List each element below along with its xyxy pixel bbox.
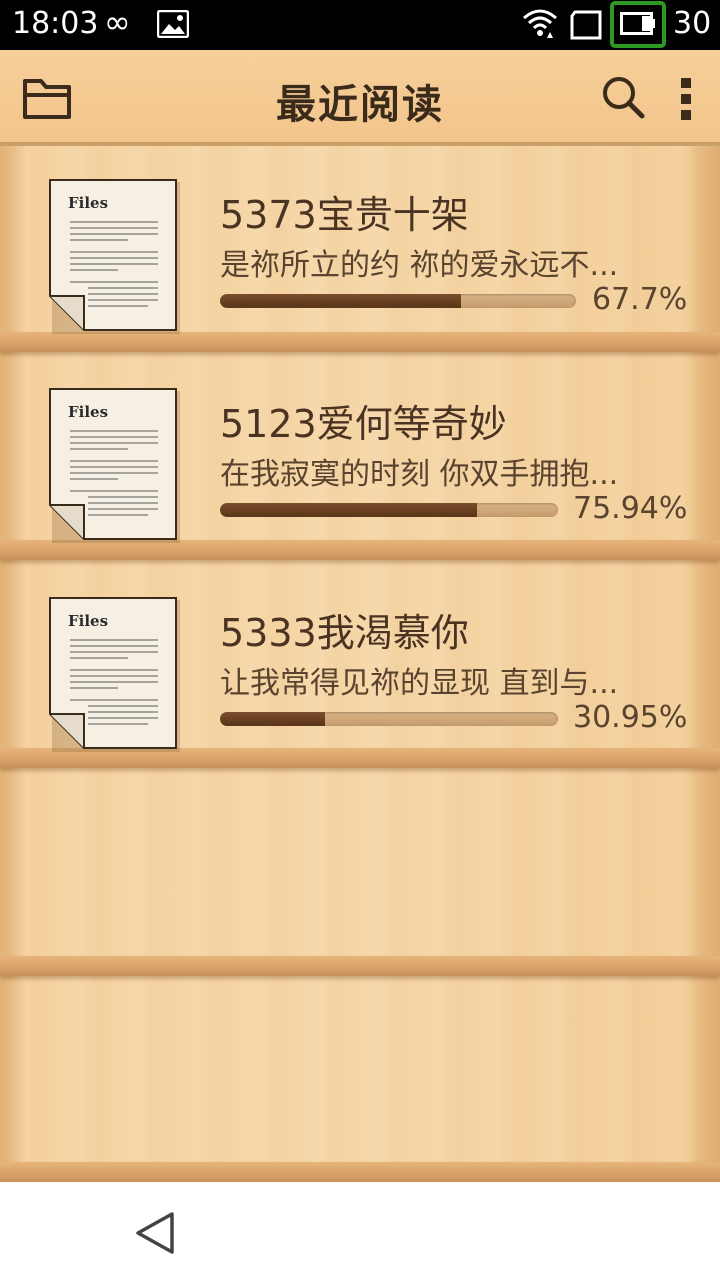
book-item[interactable]: Files 5123爱何等奇妙 在我寂寞的时刻 你双手拥抱... 75.94% xyxy=(0,355,720,543)
file-cover-icon: Files xyxy=(49,597,180,752)
book-item[interactable]: Files 5333我渴慕你 让我常得见祢的显现 直到与... 30.95% xyxy=(0,564,720,752)
search-icon[interactable] xyxy=(600,74,646,120)
reading-progress-fill xyxy=(220,294,461,308)
battery-highlight xyxy=(610,1,666,48)
book-title: 5333我渴慕你 xyxy=(220,611,469,655)
book-excerpt: 让我常得见祢的显现 直到与... xyxy=(220,666,619,701)
battery-icon xyxy=(620,12,655,35)
more-vert-icon[interactable] xyxy=(672,76,700,122)
status-bar: 18:03 ∞ 30 xyxy=(0,0,720,50)
cover-label: Files xyxy=(68,612,108,630)
back-icon[interactable] xyxy=(134,1210,176,1256)
shelf-board xyxy=(0,956,720,976)
navigation-bar xyxy=(0,1182,720,1280)
reading-progress-text: 30.95% xyxy=(573,700,688,735)
battery-level: 30 xyxy=(673,6,712,41)
book-item[interactable]: Files 5373宝贵十架 是祢所立的约 祢的爱永远不... 67.7% xyxy=(0,146,720,334)
shelf-board xyxy=(0,1162,720,1182)
reading-progress-bar xyxy=(220,294,576,308)
file-cover-icon: Files xyxy=(49,388,180,543)
book-title: 5373宝贵十架 xyxy=(220,193,469,237)
reading-progress-bar xyxy=(220,503,558,517)
reading-progress-text: 67.7% xyxy=(592,282,688,317)
status-time: 18:03 xyxy=(12,6,99,41)
shelf-board xyxy=(0,332,720,352)
wifi-icon xyxy=(523,9,557,38)
reading-progress-bar xyxy=(220,712,558,726)
cover-label: Files xyxy=(68,194,108,212)
book-title: 5123爱何等奇妙 xyxy=(220,402,507,446)
bookshelf: Files 5373宝贵十架 是祢所立的约 祢的爱永远不... 67.7% Fi… xyxy=(0,146,720,1182)
shelf-board xyxy=(0,540,720,560)
cover-label: Files xyxy=(68,403,108,421)
tablet-icon xyxy=(570,10,602,40)
book-excerpt: 是祢所立的约 祢的爱永远不... xyxy=(220,248,619,283)
infinity-icon: ∞ xyxy=(104,3,131,41)
reading-progress-fill xyxy=(220,503,477,517)
reading-progress-fill xyxy=(220,712,325,726)
image-icon xyxy=(157,10,189,38)
reading-progress-text: 75.94% xyxy=(573,491,688,526)
file-cover-icon: Files xyxy=(49,179,180,334)
book-excerpt: 在我寂寞的时刻 你双手拥抱... xyxy=(220,457,619,492)
app-header: 最近阅读 xyxy=(0,50,720,146)
